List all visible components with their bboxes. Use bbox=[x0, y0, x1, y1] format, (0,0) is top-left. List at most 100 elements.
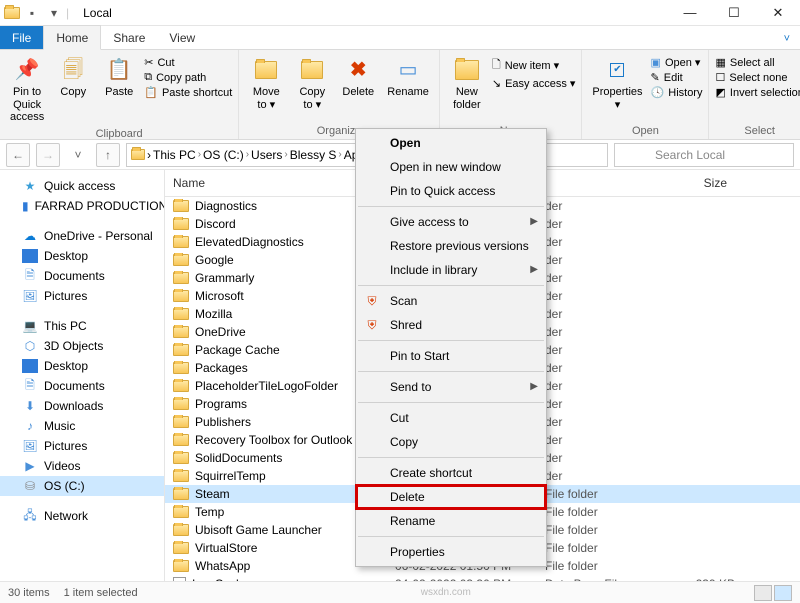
ctx-rename[interactable]: Rename bbox=[356, 509, 546, 533]
file-type: der bbox=[545, 253, 655, 267]
new-item-icon: 🗋 bbox=[492, 56, 501, 75]
ctx-restore-previous[interactable]: Restore previous versions bbox=[356, 234, 546, 258]
properties-icon: ✔ bbox=[603, 56, 631, 84]
nav-documents[interactable]: 🗎Documents bbox=[0, 266, 164, 286]
ribbon-collapse-icon[interactable]: ˅ bbox=[774, 29, 800, 49]
copy-path-button[interactable]: ⧉Copy path bbox=[144, 71, 232, 84]
tab-file[interactable]: File bbox=[0, 26, 43, 49]
nav-pictures[interactable]: 🖼Pictures bbox=[0, 286, 164, 306]
nav-quick-access[interactable]: ★Quick access bbox=[0, 176, 164, 196]
folder-icon bbox=[173, 434, 189, 446]
rename-button[interactable]: ▭ Rename bbox=[383, 54, 433, 101]
close-button[interactable]: ✕ bbox=[756, 0, 800, 26]
ctx-delete[interactable]: Delete bbox=[356, 485, 546, 509]
folder-icon bbox=[173, 398, 189, 410]
new-folder-button[interactable]: New folder bbox=[446, 54, 488, 113]
up-button[interactable]: ↑ bbox=[96, 143, 120, 167]
folder-icon bbox=[173, 506, 189, 518]
qat-dropdown[interactable]: ▾ bbox=[44, 3, 64, 23]
status-selected-count: 1 item selected bbox=[64, 587, 138, 599]
history-button[interactable]: 🕓History bbox=[651, 86, 703, 99]
paste-shortcut-icon: 📋 bbox=[144, 86, 158, 99]
ctx-open-new-window[interactable]: Open in new window bbox=[356, 155, 546, 179]
file-name: PlaceholderTileLogoFolder bbox=[195, 379, 338, 393]
cloud-icon: ☁ bbox=[22, 229, 38, 243]
nav-downloads[interactable]: ⬇Downloads bbox=[0, 396, 164, 416]
nav-pictures2[interactable]: 🖼Pictures bbox=[0, 436, 164, 456]
nav-farrad[interactable]: ▮FARRAD PRODUCTION bbox=[0, 196, 164, 216]
crumb-this-pc[interactable]: This PC› bbox=[153, 148, 201, 162]
maximize-button[interactable]: ☐ bbox=[712, 0, 756, 26]
move-to-button[interactable]: Move to ▾ bbox=[245, 54, 287, 113]
qat-customize-icon[interactable]: ▪ bbox=[22, 3, 42, 23]
nav-3d-objects[interactable]: ⬡3D Objects bbox=[0, 336, 164, 356]
ctx-pin-to-start[interactable]: Pin to Start bbox=[356, 344, 546, 368]
pictures-icon: 🖼 bbox=[22, 289, 38, 303]
ctx-send-to[interactable]: Send to▶ bbox=[356, 375, 546, 399]
file-name: SquirrelTemp bbox=[195, 469, 266, 483]
file-name: ElevatedDiagnostics bbox=[195, 235, 304, 249]
watermark: wsxdn.com bbox=[421, 587, 471, 598]
copy-button[interactable]: 🗐 Copy bbox=[52, 54, 94, 101]
nav-documents2[interactable]: 🗎Documents bbox=[0, 376, 164, 396]
invert-selection-button[interactable]: ◩Invert selection bbox=[715, 86, 800, 99]
delete-button[interactable]: ✖ Delete bbox=[337, 54, 379, 101]
search-box[interactable]: Search Local bbox=[614, 143, 794, 167]
ctx-create-shortcut[interactable]: Create shortcut bbox=[356, 461, 546, 485]
ctx-include-in-library[interactable]: Include in library▶ bbox=[356, 258, 546, 282]
ctx-cut[interactable]: Cut bbox=[356, 406, 546, 430]
recent-locations-button[interactable]: ˅ bbox=[66, 143, 90, 167]
nav-videos[interactable]: ▶Videos bbox=[0, 456, 164, 476]
ctx-copy[interactable]: Copy bbox=[356, 430, 546, 454]
edit-button[interactable]: ✎Edit bbox=[651, 71, 703, 84]
nav-onedrive[interactable]: ☁OneDrive - Personal bbox=[0, 226, 164, 246]
copy-to-button[interactable]: Copy to ▾ bbox=[291, 54, 333, 113]
pin-to-quick-access-button[interactable]: 📌 Pin to Quick access bbox=[6, 54, 48, 126]
cut-button[interactable]: ✂Cut bbox=[144, 56, 232, 69]
documents-icon: 🗎 bbox=[22, 379, 38, 393]
back-button[interactable]: ← bbox=[6, 143, 30, 167]
large-icons-view-icon[interactable] bbox=[774, 585, 792, 601]
ctx-pin-quick-access[interactable]: Pin to Quick access bbox=[356, 179, 546, 203]
tab-view[interactable]: View bbox=[157, 26, 207, 49]
crumb-osc[interactable]: OS (C:)› bbox=[203, 148, 249, 162]
ctx-properties[interactable]: Properties bbox=[356, 540, 546, 564]
file-name: Ubisoft Game Launcher bbox=[195, 523, 322, 537]
folder-icon bbox=[173, 308, 189, 320]
ctx-shred[interactable]: ⛨Shred bbox=[356, 313, 546, 337]
col-type[interactable] bbox=[545, 170, 655, 196]
folder-icon bbox=[173, 344, 189, 356]
new-item-button[interactable]: 🗋New item ▾ bbox=[492, 56, 576, 75]
forward-button[interactable]: → bbox=[36, 143, 60, 167]
ctx-open[interactable]: Open bbox=[356, 131, 546, 155]
group-select: ▦Select all ☐Select none ◩Invert selecti… bbox=[709, 50, 800, 139]
minimize-button[interactable]: — bbox=[668, 0, 712, 26]
crumb-users[interactable]: Users› bbox=[251, 148, 288, 162]
nav-desktop[interactable]: Desktop bbox=[0, 246, 164, 266]
ctx-scan[interactable]: ⛨Scan bbox=[356, 289, 546, 313]
easy-access-button[interactable]: ↘Easy access ▾ bbox=[492, 77, 576, 90]
details-view-icon[interactable] bbox=[754, 585, 772, 601]
nav-this-pc[interactable]: 💻This PC bbox=[0, 316, 164, 336]
status-bar: 30 items 1 item selected wsxdn.com bbox=[0, 581, 800, 603]
paste-button[interactable]: 📋 Paste bbox=[98, 54, 140, 101]
select-all-button[interactable]: ▦Select all bbox=[715, 56, 800, 69]
col-size[interactable]: Size bbox=[655, 170, 735, 196]
tab-home[interactable]: Home bbox=[43, 25, 101, 50]
select-none-button[interactable]: ☐Select none bbox=[715, 71, 800, 84]
folder-icon bbox=[173, 470, 189, 482]
navigation-pane[interactable]: ★Quick access ▮FARRAD PRODUCTION ☁OneDri… bbox=[0, 170, 165, 581]
ctx-give-access-to[interactable]: Give access to▶ bbox=[356, 210, 546, 234]
tab-share[interactable]: Share bbox=[101, 26, 157, 49]
paste-shortcut-button[interactable]: 📋Paste shortcut bbox=[144, 86, 232, 99]
new-folder-icon bbox=[453, 56, 481, 84]
crumb-user[interactable]: Blessy S› bbox=[290, 148, 342, 162]
window-title: Local bbox=[83, 6, 112, 20]
file-type: der bbox=[545, 307, 655, 321]
properties-button[interactable]: ✔ Properties ▾ bbox=[588, 54, 646, 113]
nav-desktop2[interactable]: Desktop bbox=[0, 356, 164, 376]
nav-network[interactable]: 🖧Network bbox=[0, 506, 164, 526]
nav-osc[interactable]: ⛁OS (C:) bbox=[0, 476, 164, 496]
open-button[interactable]: ▣Open ▾ bbox=[651, 56, 703, 69]
nav-music[interactable]: ♪Music bbox=[0, 416, 164, 436]
